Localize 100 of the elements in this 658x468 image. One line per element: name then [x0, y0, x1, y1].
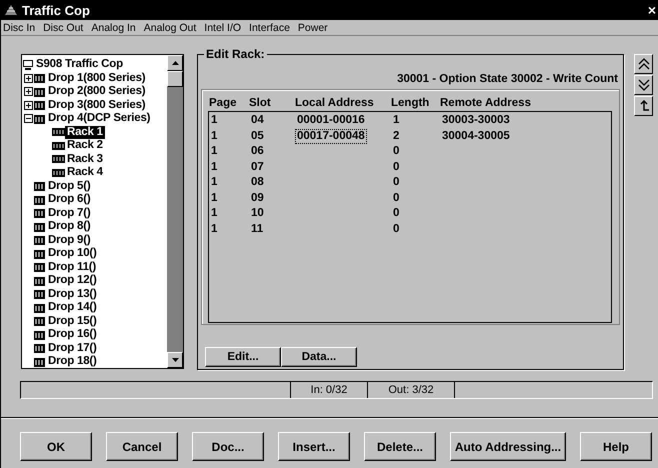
module-icon: [33, 112, 46, 125]
tree-item[interactable]: Drop 8(): [46, 220, 92, 234]
tree-item[interactable]: Drop 9(): [46, 234, 92, 247]
table-cell: 30003-30003: [442, 114, 510, 126]
menu-item[interactable]: Interface: [249, 22, 290, 34]
close-button[interactable]: ×: [646, 3, 658, 17]
column-header: Length: [391, 96, 430, 108]
table-cell: 1: [211, 222, 218, 235]
module-icon: [33, 220, 46, 233]
tree-item[interactable]: Drop 7(): [46, 206, 92, 220]
table-cell: 0: [393, 207, 400, 220]
tree-item[interactable]: Drop 4(DCP Series): [46, 112, 152, 126]
dialog-button[interactable]: Data...: [281, 347, 357, 367]
table-cell: 0: [393, 176, 400, 188]
scroll-thumb[interactable]: [167, 71, 183, 87]
table-cell: 05: [251, 130, 264, 142]
menu-item[interactable]: Analog In: [91, 22, 136, 34]
module-icon: [33, 328, 46, 341]
table-cell: 11: [251, 222, 264, 235]
dialog-button[interactable]: Insert...: [278, 432, 350, 461]
scroll-down-icon[interactable]: [172, 358, 178, 362]
tree-item[interactable]: Drop 11(): [46, 260, 98, 274]
legend-text: 30001 - Option State 30002 - Write Count: [396, 73, 619, 87]
dialog-button[interactable]: Auto Addressing...: [450, 432, 566, 461]
expand-icon[interactable]: [24, 74, 33, 83]
dialog-button[interactable]: Delete...: [364, 432, 436, 461]
tree-item[interactable]: Drop 6(): [46, 193, 92, 206]
column-header: Slot: [249, 96, 272, 108]
tree-item[interactable]: Drop 18(): [46, 355, 99, 368]
column-header: Page: [208, 96, 238, 108]
scrollbar[interactable]: [167, 55, 183, 368]
group-title: Edit Rack:: [204, 47, 267, 61]
menu-item[interactable]: Analog Out: [144, 22, 196, 34]
menu-item[interactable]: Intel I/O: [204, 22, 242, 34]
table-cell: 1: [211, 160, 218, 173]
tree-item[interactable]: Rack 3: [65, 152, 105, 166]
status-pane: In: 0/32: [291, 382, 368, 398]
table-cell: 0: [393, 160, 400, 173]
tree-item[interactable]: Drop 2(800 Series): [46, 85, 148, 98]
tree-item[interactable]: Drop 13(): [46, 288, 99, 301]
table-cell: 0: [393, 192, 400, 204]
tree-item[interactable]: Drop 3(800 Series): [46, 98, 148, 112]
double-chevron-up-icon: [636, 57, 650, 71]
tree-item[interactable]: Drop 17(): [46, 342, 99, 355]
table-cell: 07: [251, 160, 264, 173]
table-cell: 1: [211, 130, 218, 142]
table-cell: 1: [211, 145, 218, 158]
status-pane: Out: 3/32: [368, 382, 455, 398]
move-down-button[interactable]: [634, 75, 653, 95]
column-header: Local Address: [295, 96, 375, 108]
return-button[interactable]: [634, 96, 653, 116]
table-cell: 09: [251, 192, 264, 204]
table-cell: 0: [393, 145, 400, 158]
dialog-button[interactable]: Cancel: [106, 432, 178, 461]
column-header: Remote Address: [440, 96, 532, 108]
module-icon: [33, 342, 46, 354]
table-cell: 30004-30005: [442, 130, 510, 142]
module-icon: [33, 288, 46, 300]
rack-icon: [52, 168, 65, 178]
dialog-button[interactable]: Doc...: [192, 432, 264, 461]
module-icon: [33, 207, 46, 220]
module-icon: [33, 180, 46, 192]
module-icon: [33, 261, 46, 274]
tree-item[interactable]: Rack 2: [65, 139, 105, 152]
table-cell: 1: [393, 114, 400, 126]
expand-icon[interactable]: [24, 87, 33, 96]
menu-item[interactable]: Disc In: [3, 22, 36, 34]
tree-item[interactable]: Drop 1(800 Series): [46, 72, 148, 85]
table-cell: 04: [251, 114, 264, 126]
tree-item[interactable]: Drop 5(): [46, 180, 92, 193]
table-cell: 1: [211, 176, 218, 188]
expand-icon[interactable]: [24, 100, 33, 110]
tree-item[interactable]: Drop 12(): [46, 274, 99, 288]
rack-icon: [52, 127, 65, 138]
dialog-button[interactable]: Edit...: [205, 347, 281, 367]
tree-item[interactable]: Rack 4: [65, 166, 105, 180]
move-up-button[interactable]: [634, 54, 653, 74]
table-cell: 08: [251, 176, 264, 188]
module-icon: [33, 315, 46, 328]
module-icon: [33, 72, 46, 84]
table-cell: 1: [211, 192, 218, 204]
module-icon: [33, 274, 46, 287]
menu-item[interactable]: Power: [298, 22, 328, 34]
scroll-up-icon[interactable]: [172, 61, 178, 65]
module-icon: [33, 248, 46, 260]
tree-item[interactable]: Rack 1: [65, 126, 105, 139]
tree-item[interactable]: S908 Traffic Cop: [34, 58, 125, 72]
table-cell: 10: [251, 207, 264, 220]
dialog-button[interactable]: OK: [20, 432, 92, 461]
app-icon: [4, 3, 18, 17]
table-cell: 1: [211, 207, 218, 220]
dialog-button[interactable]: Help: [580, 432, 652, 461]
table-cell: 0: [393, 222, 400, 235]
menu-item[interactable]: Disc Out: [43, 22, 84, 34]
tree-item[interactable]: Drop 10(): [46, 247, 99, 260]
collapse-icon[interactable]: [24, 114, 33, 124]
module-icon: [33, 302, 46, 314]
tree-item[interactable]: Drop 14(): [46, 301, 99, 314]
tree-item[interactable]: Drop 15(): [46, 314, 99, 328]
tree-item[interactable]: Drop 16(): [46, 328, 99, 342]
